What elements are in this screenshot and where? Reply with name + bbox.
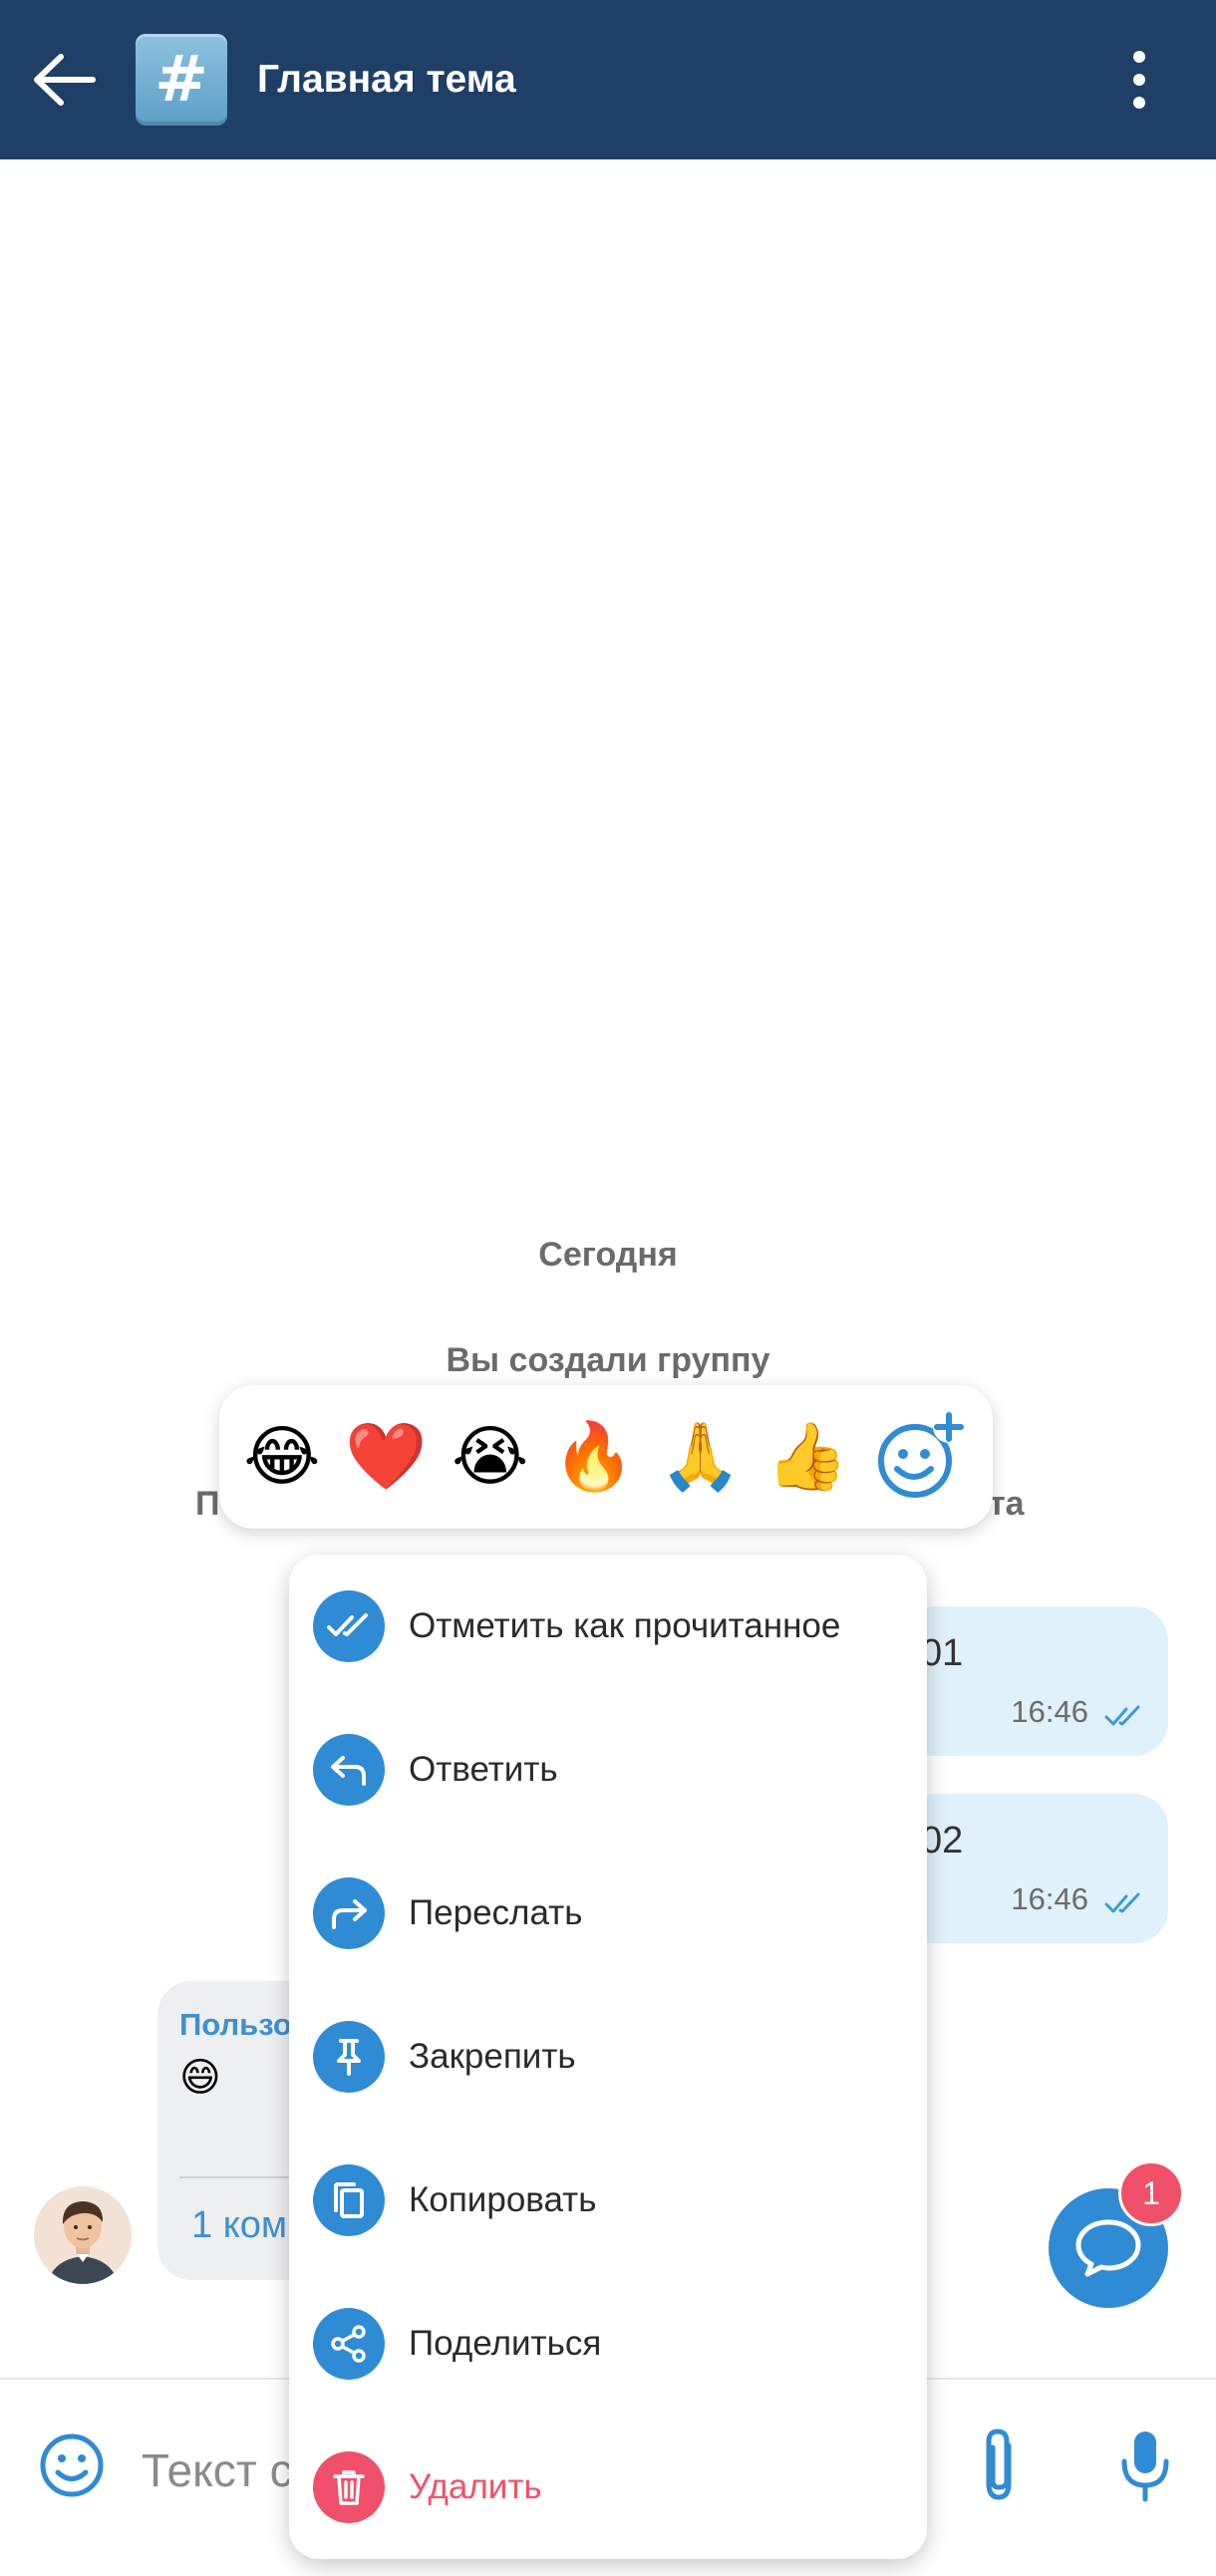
menu-item-copy[interactable]: Копировать (289, 2129, 927, 2272)
double-check-icon (1104, 1705, 1140, 1726)
user-avatar-icon (34, 2186, 132, 2284)
more-options-button[interactable] (1106, 38, 1172, 122)
add-reaction-icon[interactable] (873, 1409, 969, 1505)
reaction-fire[interactable]: 🔥 (553, 1417, 635, 1497)
menu-item-label: Ответить (409, 1750, 558, 1789)
reaction-picker: 😂 ❤️ 😭 🔥 🙏 👍 (219, 1385, 993, 1529)
reaction-pray[interactable]: 🙏 (660, 1417, 742, 1497)
microphone-button[interactable] (1112, 2424, 1178, 2507)
dot (1133, 97, 1145, 109)
message-text: 😄 (179, 2055, 221, 2101)
menu-item-label: Поделиться (409, 2324, 602, 2363)
menu-item-forward[interactable]: Переслать (289, 1842, 927, 1985)
message-text: 01 (921, 1632, 964, 1674)
page-title[interactable]: Главная тема (257, 48, 516, 112)
unread-count-badge: 1 (1118, 2160, 1184, 2226)
message-text: 02 (921, 1820, 964, 1861)
trash-icon (313, 2451, 385, 2523)
menu-item-share[interactable]: Поделиться (289, 2272, 927, 2416)
menu-item-label: Копировать (409, 2180, 597, 2219)
outgoing-message[interactable]: 02 16:46 (901, 1794, 1168, 1943)
back-arrow-icon (34, 54, 96, 106)
menu-item-label: Удалить (409, 2467, 542, 2506)
message-context-menu: Отметить как прочитанное Ответить Пересл… (289, 1555, 927, 2559)
paperclip-icon (986, 2429, 1012, 2500)
menu-item-label: Закрепить (409, 2037, 576, 2076)
reply-icon (313, 1734, 385, 1806)
smiley-icon (40, 2433, 104, 2497)
menu-item-mark-read[interactable]: Отметить как прочитанное (289, 1555, 927, 1698)
reaction-laugh[interactable]: 😂 (243, 1417, 320, 1497)
avatar[interactable] (34, 2186, 132, 2284)
system-message: Вы создали группу (446, 1341, 770, 1379)
dot (1133, 74, 1145, 86)
pin-icon (313, 2021, 385, 2093)
double-check-icon (313, 1590, 385, 1662)
double-check-icon (1104, 1892, 1140, 1913)
reaction-thumbs-up[interactable]: 👍 (766, 1417, 848, 1497)
forward-icon (313, 1877, 385, 1949)
dot (1133, 51, 1145, 63)
emoji-button[interactable] (34, 2428, 110, 2503)
chat-bubble-icon (1075, 2219, 1141, 2277)
menu-item-reply[interactable]: Ответить (289, 1698, 927, 1842)
attach-button[interactable] (969, 2424, 1029, 2507)
outgoing-message[interactable]: 01 16:46 (901, 1606, 1168, 1756)
comments-link[interactable]: 1 ком (191, 2204, 287, 2247)
system-message-partial-start: П (195, 1485, 220, 1523)
menu-item-delete[interactable]: Удалить (289, 2416, 927, 2559)
menu-item-pin[interactable]: Закрепить (289, 1985, 927, 2129)
group-hash-icon: # (136, 34, 227, 126)
message-time: 16:46 (1011, 1694, 1088, 1729)
back-button[interactable] (22, 38, 106, 122)
microphone-icon (1121, 2432, 1169, 2502)
share-icon (313, 2308, 385, 2380)
menu-item-label: Переслать (409, 1893, 583, 1932)
menu-item-label: Отметить как прочитанное (409, 1606, 841, 1645)
sender-name[interactable]: Пользо (179, 2007, 292, 2043)
copy-icon (313, 2164, 385, 2236)
reaction-cry[interactable]: 😭 (452, 1417, 528, 1497)
message-time: 16:46 (1011, 1881, 1088, 1916)
date-separator: Сегодня (538, 1236, 678, 1274)
system-message-partial-end: та (989, 1485, 1025, 1523)
reaction-heart[interactable]: ❤️ (345, 1417, 427, 1497)
